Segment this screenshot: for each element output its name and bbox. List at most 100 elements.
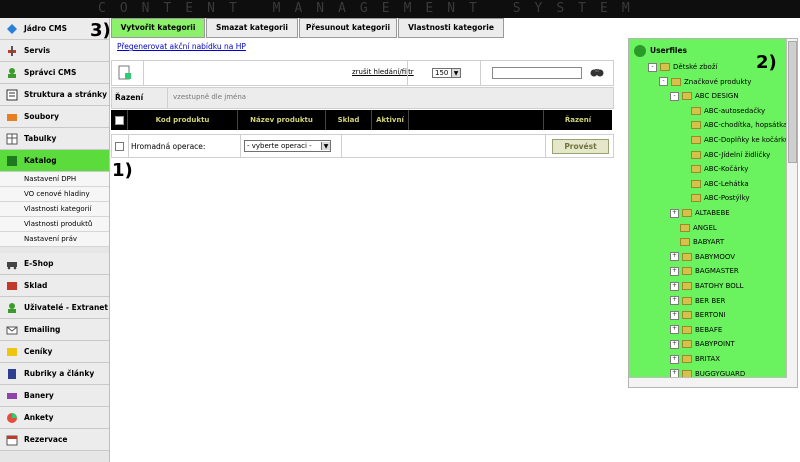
per-page-select[interactable]: 150 ▼ bbox=[432, 68, 461, 78]
expand-icon[interactable]: + bbox=[670, 252, 679, 262]
sidebar-item-emailing[interactable]: Emailing bbox=[0, 319, 109, 341]
tree-node[interactable]: + ALTABEBE bbox=[670, 207, 730, 219]
tab-create-category[interactable]: Vytvořit kategorii bbox=[111, 18, 205, 38]
binoculars-icon[interactable] bbox=[590, 66, 604, 78]
tree-node[interactable]: - ABC DESIGN bbox=[670, 90, 739, 102]
expand-icon[interactable]: + bbox=[670, 208, 679, 218]
tree-node[interactable]: ABC-Doplňky ke kočárkům bbox=[681, 134, 796, 146]
product-table-header: Kod produktu Název produktu Sklad Aktivn… bbox=[111, 110, 612, 130]
sidebar-item-katalog[interactable]: Katalog bbox=[0, 150, 109, 172]
sidebar-item-spravci-cms[interactable]: Správci CMS bbox=[0, 62, 109, 84]
tree-node[interactable]: ABC-autosedačky bbox=[681, 105, 765, 117]
tree-node[interactable]: ABC-chodítka, hopsátka bbox=[681, 119, 787, 131]
tree-node[interactable]: ABC-Postýlky bbox=[681, 192, 750, 204]
sidebar-item-label: Tabulky bbox=[24, 134, 57, 143]
sort-value: vzestupně dle jména bbox=[173, 93, 247, 101]
sidebar-item-eshop[interactable]: E-Shop bbox=[0, 253, 109, 275]
calendar-icon bbox=[6, 434, 18, 446]
regenerate-offer-link[interactable]: Přegenerovat akční nabídku na HP bbox=[117, 42, 246, 51]
folder-icon bbox=[682, 252, 692, 261]
tab-category-properties[interactable]: Vlastnosti kategorie bbox=[398, 18, 504, 38]
tree-root[interactable]: Userfiles bbox=[634, 45, 687, 57]
app-title: CONTENT MANAGEMENT SYSTEM bbox=[0, 0, 800, 18]
collapse-icon[interactable]: - bbox=[648, 62, 657, 72]
tree-node[interactable]: - Dětské zboží bbox=[648, 61, 717, 73]
sidebar-item-servis[interactable]: Servis bbox=[0, 40, 109, 62]
expand-icon[interactable]: + bbox=[670, 296, 679, 306]
globe-icon bbox=[634, 45, 646, 57]
sidebar-item-sklad[interactable]: Sklad bbox=[0, 275, 109, 297]
add-product-icon[interactable] bbox=[118, 65, 132, 81]
tree-node[interactable]: + BAGMASTER bbox=[670, 265, 739, 277]
collapse-icon[interactable]: - bbox=[670, 91, 679, 101]
folder-icon bbox=[691, 150, 701, 159]
expand-icon[interactable]: + bbox=[670, 281, 679, 291]
box-icon bbox=[6, 280, 18, 292]
sidebar-subitem-vlastnosti-kategorii[interactable]: Vlastnosti kategorií bbox=[0, 202, 109, 217]
bulk-checkbox[interactable] bbox=[115, 142, 124, 151]
tree-node[interactable]: ABC-Kočárky bbox=[681, 163, 748, 175]
folder-icon bbox=[691, 165, 701, 174]
expand-icon[interactable]: + bbox=[670, 354, 679, 364]
tree-node[interactable]: + BER BER bbox=[670, 295, 725, 307]
user-icon bbox=[6, 302, 18, 314]
column-header-name[interactable]: Název produktu bbox=[238, 110, 326, 130]
sidebar-item-label: Emailing bbox=[24, 325, 61, 334]
proceed-button[interactable]: Provést bbox=[552, 139, 609, 154]
sidebar-item-rezervace[interactable]: Rezervace bbox=[0, 429, 109, 451]
expand-icon[interactable]: + bbox=[670, 310, 679, 320]
tree-node[interactable]: + BABYMOOV bbox=[670, 251, 735, 263]
tree-node[interactable]: + BABYPOINT bbox=[670, 338, 735, 350]
column-header-code[interactable]: Kod produktu bbox=[128, 110, 238, 130]
tree-horizontal-scrollbar[interactable] bbox=[629, 377, 787, 387]
sidebar-item-rubriky[interactable]: Rubriky a články bbox=[0, 363, 109, 385]
column-header-stock[interactable]: Sklad bbox=[326, 110, 372, 130]
pages-icon bbox=[6, 89, 18, 101]
sidebar-item-ceniky[interactable]: Ceníky bbox=[0, 341, 109, 363]
sidebar-subitem-vlastnosti-produktu[interactable]: Vlastnosti produktů bbox=[0, 217, 109, 232]
sidebar-item-label: Uživatelé - Extranet bbox=[24, 303, 108, 312]
tree-node[interactable]: ABC-Jídelní židličky bbox=[681, 149, 770, 161]
tree-node[interactable]: ANGEL bbox=[670, 222, 717, 234]
column-header-active[interactable]: Aktivní bbox=[372, 110, 409, 130]
sidebar-subitem-dph[interactable]: Nastavení DPH bbox=[0, 172, 109, 187]
sidebar-item-ankety[interactable]: Ankety bbox=[0, 407, 109, 429]
tree-node[interactable]: + BATOHY BOLL bbox=[670, 280, 744, 292]
diamond-icon bbox=[6, 23, 18, 35]
tree-node[interactable]: + BERTONI bbox=[670, 309, 726, 321]
sidebar-item-label: Správci CMS bbox=[24, 68, 77, 77]
sidebar-item-uzivatele[interactable]: Uživatelé - Extranet bbox=[0, 297, 109, 319]
folder-icon bbox=[682, 282, 692, 290]
sidebar-item-banery[interactable]: Banery bbox=[0, 385, 109, 407]
search-input[interactable] bbox=[492, 67, 582, 79]
tree-node[interactable]: + BEBAFE bbox=[670, 324, 722, 336]
sidebar: Jádro CMS Servis Správci CMS Struktura a… bbox=[0, 18, 110, 462]
folder-icon bbox=[682, 355, 692, 363]
annotation-3: 3) bbox=[90, 20, 111, 41]
sidebar-subitem-vo-ceny[interactable]: VO cenové hladiny bbox=[0, 187, 109, 202]
tree-node[interactable]: - Značkové produkty bbox=[659, 76, 751, 88]
sidebar-item-tabulky[interactable]: Tabulky bbox=[0, 128, 109, 150]
select-all-checkbox[interactable] bbox=[114, 115, 124, 125]
tab-delete-category[interactable]: Smazat kategorii bbox=[206, 18, 298, 38]
tree-node[interactable]: BABYART bbox=[670, 236, 724, 248]
poll-icon bbox=[6, 412, 18, 424]
category-tabs: Vytvořit kategorii Smazat kategorii Přes… bbox=[111, 18, 505, 38]
expand-icon[interactable]: + bbox=[670, 266, 679, 276]
tree-node[interactable]: + BRITAX bbox=[670, 353, 720, 365]
sidebar-item-struktura[interactable]: Struktura a stránky bbox=[0, 84, 109, 106]
collapse-icon[interactable]: - bbox=[659, 77, 668, 87]
expand-icon[interactable]: + bbox=[670, 339, 679, 349]
tree-vertical-scrollbar[interactable] bbox=[786, 39, 797, 387]
sidebar-item-soubory[interactable]: Soubory bbox=[0, 106, 109, 128]
bulk-operation-select[interactable]: - vyberte operaci - ▼ bbox=[244, 140, 331, 152]
tab-move-category[interactable]: Přesunout kategorii bbox=[299, 18, 397, 38]
column-header-order[interactable]: Řazení bbox=[544, 110, 612, 130]
scroll-thumb[interactable] bbox=[788, 41, 797, 163]
cancel-search-link[interactable]: zrušit hledání/filtr bbox=[352, 68, 414, 76]
folder-icon bbox=[682, 311, 692, 320]
sidebar-subitem-prava[interactable]: Nastavení práv bbox=[0, 232, 109, 247]
expand-icon[interactable]: + bbox=[670, 325, 679, 335]
folder-icon bbox=[680, 223, 690, 232]
tree-node[interactable]: ABC-Lehátka bbox=[681, 178, 749, 190]
